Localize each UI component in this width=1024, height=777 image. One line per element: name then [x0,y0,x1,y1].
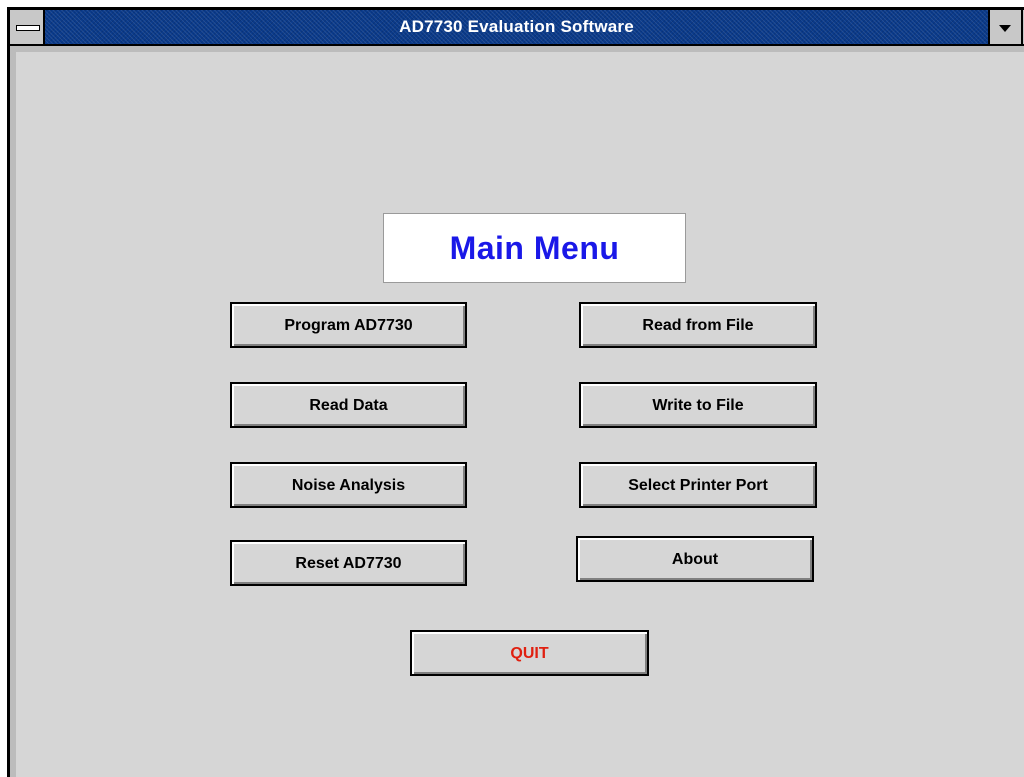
read-from-file-button[interactable]: Read from File [579,302,817,348]
noise-analysis-button[interactable]: Noise Analysis [230,462,467,508]
system-menu-icon [16,25,40,31]
read-data-button[interactable]: Read Data [230,382,467,428]
title-bar[interactable]: AD7730 Evaluation Software [10,10,1024,46]
select-printer-port-button[interactable]: Select Printer Port [579,462,817,508]
about-button[interactable]: About [576,536,814,582]
app-window: AD7730 Evaluation Software Main Menu Pro… [7,7,1024,777]
program-ad7730-button[interactable]: Program AD7730 [230,302,467,348]
client-area: Main Menu Program AD7730 Read from File … [10,46,1024,777]
quit-button[interactable]: QUIT [410,630,649,676]
reset-ad7730-button[interactable]: Reset AD7730 [230,540,467,586]
system-menu-button[interactable] [10,10,45,44]
write-to-file-button[interactable]: Write to File [579,382,817,428]
window-title: AD7730 Evaluation Software [399,17,634,36]
minimize-arrow-icon [999,25,1011,32]
main-menu-heading: Main Menu [383,213,686,283]
minimize-button[interactable] [988,10,1021,44]
